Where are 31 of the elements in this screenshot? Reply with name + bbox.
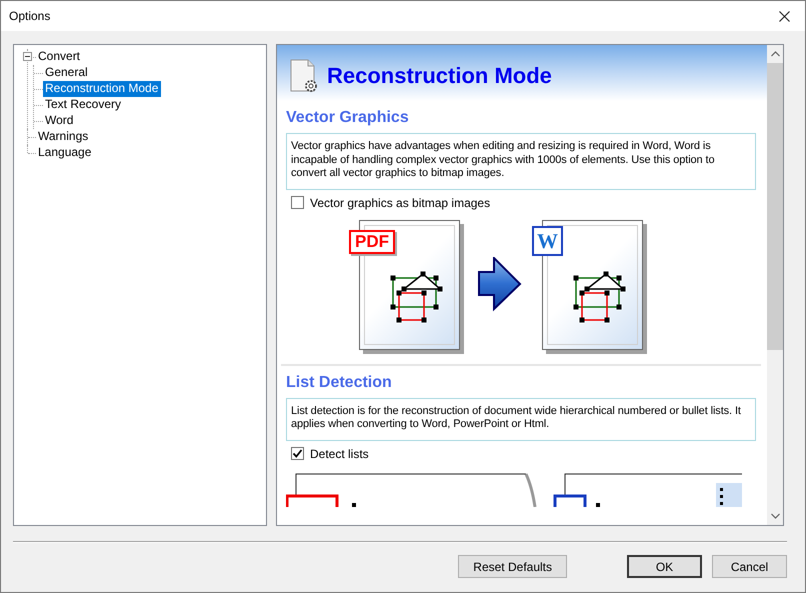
tree-item[interactable]: Reconstruction Mode bbox=[43, 81, 162, 97]
scroll-up-icon[interactable] bbox=[770, 51, 780, 57]
dialog-button[interactable]: Reset Defaults bbox=[458, 555, 567, 578]
tree-item[interactable]: General bbox=[43, 65, 91, 81]
section-heading: List Detection bbox=[286, 374, 393, 392]
document-gear-icon bbox=[289, 59, 319, 93]
description-text: List detection is for the reconstruction of document wide hierarchical numbered or bullet lists. It applies when converting to Word, PowerPoint or Html. bbox=[286, 398, 756, 440]
page-title: Reconstruction Mode bbox=[327, 63, 552, 89]
collapse-icon[interactable] bbox=[23, 52, 32, 61]
window-title: Options bbox=[9, 9, 50, 23]
pdf-badge: PDF bbox=[349, 230, 395, 254]
word-badge: W bbox=[532, 226, 563, 256]
scroll-down-icon[interactable] bbox=[770, 513, 780, 519]
checkbox-icon[interactable] bbox=[291, 447, 304, 460]
tree-item[interactable]: Text Recovery bbox=[43, 97, 124, 113]
description-text: Vector graphics have advantages when editing and resizing is required in Word, Word is incapable of handling complex vector graphics with 1000s of elements. Use this option to convert all vector graphics to bitmap images. bbox=[286, 133, 756, 190]
tree-item[interactable]: Warnings bbox=[36, 129, 92, 145]
tree-item[interactable]: Word bbox=[43, 113, 76, 129]
dialog-button[interactable]: OK bbox=[627, 555, 702, 578]
section-heading: Vector Graphics bbox=[286, 109, 410, 127]
close-icon[interactable] bbox=[779, 10, 790, 22]
option-checkbox[interactable]: Vector graphics as bitmap images bbox=[291, 196, 756, 210]
checkbox-icon[interactable] bbox=[291, 196, 304, 209]
arrow-icon bbox=[478, 256, 524, 312]
dialog-button[interactable]: Cancel bbox=[712, 555, 787, 578]
tree-item[interactable]: Language bbox=[36, 145, 94, 161]
option-label: Detect lists bbox=[310, 446, 369, 460]
tree-item[interactable]: Convert bbox=[36, 49, 84, 65]
option-label: Vector graphics as bitmap images bbox=[310, 196, 490, 210]
option-checkbox[interactable]: Detect lists bbox=[291, 446, 756, 460]
vertical-scrollbar[interactable] bbox=[767, 45, 783, 525]
